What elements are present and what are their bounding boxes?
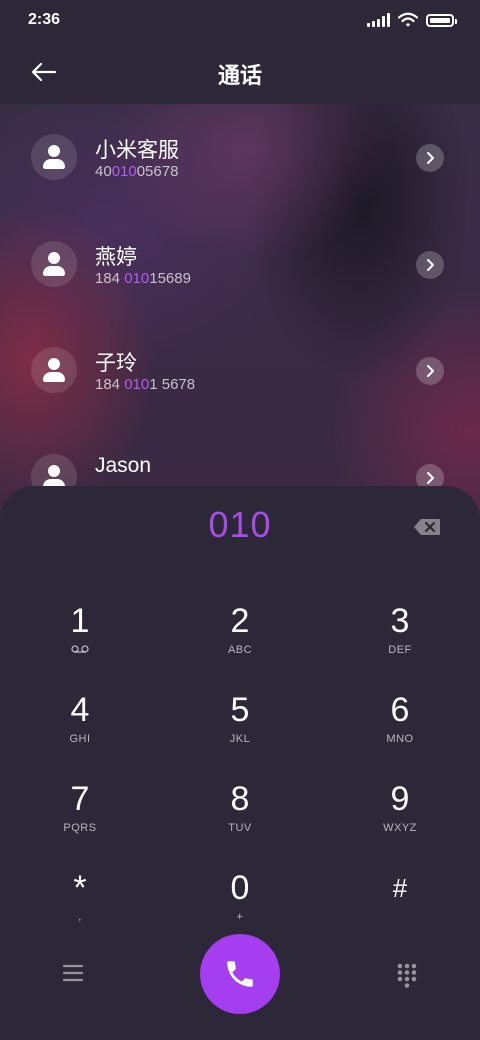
contact-details-button[interactable] bbox=[416, 357, 444, 385]
key-letters: ABC bbox=[227, 644, 253, 656]
dialpad-panel: 010 1 2 ABC 3 DEF 4 GHI 5 JKL 6 MNO 7 PQ… bbox=[0, 486, 480, 1040]
contact-name: 小米客服 bbox=[95, 139, 179, 162]
dial-key-star[interactable]: * , bbox=[25, 867, 135, 947]
chevron-right-icon bbox=[427, 472, 434, 484]
key-letters: TUV bbox=[228, 822, 252, 834]
contact-details-button[interactable] bbox=[416, 144, 444, 172]
contact-name: 燕婷 bbox=[95, 246, 137, 269]
key-letters: MNO bbox=[386, 733, 414, 745]
key-letters bbox=[345, 911, 455, 923]
key-digit: 1 bbox=[70, 602, 90, 640]
dialed-number[interactable]: 010 bbox=[0, 504, 480, 546]
wifi-icon bbox=[398, 12, 418, 27]
key-digit: 9 bbox=[390, 780, 410, 818]
dial-key-6[interactable]: 6 MNO bbox=[345, 689, 455, 769]
key-digit: 2 bbox=[230, 602, 250, 640]
contact-details-button[interactable] bbox=[416, 251, 444, 279]
status-bar: 2:36 bbox=[0, 0, 480, 40]
status-time: 2:36 bbox=[28, 11, 61, 28]
contact-item[interactable]: 小米客服 4001005678 bbox=[0, 104, 480, 184]
signal-icon bbox=[367, 13, 390, 27]
key-letters: PQRS bbox=[63, 822, 97, 834]
chevron-right-icon bbox=[427, 152, 434, 164]
dial-key-8[interactable]: 8 TUV bbox=[185, 778, 295, 858]
key-digit: * bbox=[73, 869, 87, 907]
dial-key-1[interactable]: 1 bbox=[25, 600, 135, 680]
key-digit: 0 bbox=[230, 869, 250, 907]
contact-item[interactable]: 子玲 184 0101 5678 bbox=[0, 317, 480, 397]
chevron-right-icon bbox=[427, 259, 434, 271]
backspace-button[interactable] bbox=[413, 518, 441, 536]
menu-button[interactable] bbox=[62, 964, 84, 987]
key-digit: 7 bbox=[70, 780, 90, 818]
avatar bbox=[31, 241, 77, 287]
dial-key-5[interactable]: 5 JKL bbox=[185, 689, 295, 769]
call-button[interactable] bbox=[200, 934, 280, 1014]
key-letters: + bbox=[236, 911, 244, 923]
contact-number: 4001005678 bbox=[95, 163, 179, 180]
header: 通话 bbox=[0, 40, 480, 104]
key-letters: JKL bbox=[229, 733, 251, 745]
dial-key-2[interactable]: 2 ABC bbox=[185, 600, 295, 680]
key-letters: , bbox=[78, 911, 82, 923]
dial-key-hash[interactable]: # bbox=[345, 867, 455, 947]
contact-number: 184 01015689 bbox=[95, 270, 191, 287]
dial-key-9[interactable]: 9 WXYZ bbox=[345, 778, 455, 858]
status-icons bbox=[367, 12, 457, 28]
key-letters: GHI bbox=[69, 733, 91, 745]
menu-icon bbox=[62, 964, 84, 982]
contact-item[interactable]: 燕婷 184 01015689 bbox=[0, 211, 480, 291]
key-letters bbox=[25, 644, 135, 656]
key-digit: 6 bbox=[390, 691, 410, 729]
backspace-icon bbox=[414, 519, 440, 535]
dial-key-3[interactable]: 3 DEF bbox=[345, 600, 455, 680]
contact-name: 子玲 bbox=[95, 352, 137, 375]
dial-key-7[interactable]: 7 PQRS bbox=[25, 778, 135, 858]
key-digit: 5 bbox=[230, 691, 250, 729]
contact-number: 184 0101 5678 bbox=[95, 376, 196, 393]
key-digit: 3 bbox=[390, 602, 410, 640]
dial-key-4[interactable]: 4 GHI bbox=[25, 689, 135, 769]
voicemail-icon bbox=[71, 645, 89, 653]
key-letters: WXYZ bbox=[383, 822, 417, 834]
key-digit: # bbox=[392, 873, 408, 903]
avatar bbox=[31, 134, 77, 180]
battery-icon bbox=[426, 13, 457, 27]
key-letters: DEF bbox=[388, 644, 412, 656]
key-digit: 8 bbox=[230, 780, 250, 818]
key-digit: 4 bbox=[70, 691, 90, 729]
contact-name: Jason bbox=[95, 454, 152, 477]
page-title: 通话 bbox=[217, 63, 262, 88]
phone-icon bbox=[227, 961, 253, 987]
keypad-toggle-button[interactable] bbox=[396, 962, 418, 993]
keypad-icon bbox=[397, 963, 417, 988]
avatar bbox=[31, 347, 77, 393]
chevron-right-icon bbox=[427, 365, 434, 377]
